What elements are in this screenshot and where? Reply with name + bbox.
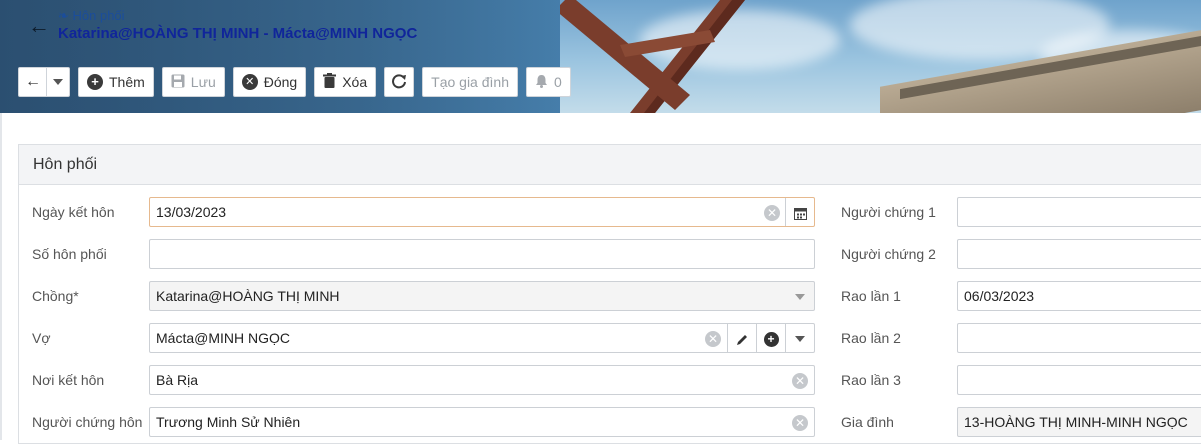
plus-circle-icon: + — [87, 74, 103, 90]
trash-icon — [323, 73, 337, 91]
banns1-label: Rao lần 1 — [841, 288, 901, 304]
place-label: Nơi kết hôn — [32, 372, 105, 388]
add-button[interactable]: + Thêm — [78, 67, 154, 97]
close-circle-icon: ✕ — [241, 74, 258, 90]
create-family-label: Tạo gia đình — [431, 74, 509, 90]
husband-label: Chồng* — [32, 288, 79, 304]
husband-field[interactable]: Katarina@HOÀNG THỊ MINH — [149, 281, 815, 311]
marriage-date-label: Ngày kết hôn — [32, 204, 115, 220]
family-value: 13-HOÀNG THỊ MINH-MINH NGỌC — [964, 414, 1188, 430]
refresh-button[interactable] — [384, 67, 415, 97]
clear-icon[interactable]: ✕ — [705, 331, 721, 347]
calendar-icon[interactable] — [785, 198, 814, 226]
witness1-label: Người chứng 1 — [841, 204, 936, 220]
back-split-button: ← — [18, 67, 70, 97]
wife-dropdown-icon[interactable] — [785, 324, 814, 352]
toolbar: ← + Thêm Lưu ✕ Đóng Xóa Tạo gia đình 0 — [18, 67, 571, 97]
wife-field[interactable]: Mácta@MINH NGỌC ✕ + — [149, 323, 815, 353]
close-button[interactable]: ✕ Đóng — [232, 67, 307, 97]
clear-icon[interactable]: ✕ — [792, 373, 808, 389]
family-label: Gia đình — [841, 414, 894, 430]
wife-label: Vợ — [32, 330, 51, 346]
notification-count: 0 — [553, 74, 562, 90]
banns2-field[interactable] — [957, 323, 1201, 353]
officiant-value: Trương Minh Sử Nhiên — [156, 414, 301, 430]
save-label: Lưu — [190, 74, 216, 90]
back-button[interactable]: ← — [18, 67, 46, 97]
back-arrow-icon[interactable]: ← — [26, 14, 52, 40]
officiant-field[interactable]: Trương Minh Sử Nhiên ✕ — [149, 407, 815, 437]
refresh-icon — [391, 73, 407, 92]
family-field[interactable]: 13-HOÀNG THỊ MINH-MINH NGỌC — [957, 407, 1201, 437]
create-family-button[interactable]: Tạo gia đình — [422, 67, 518, 97]
husband-dropdown-icon[interactable] — [785, 282, 814, 310]
marriage-date-value: 13/03/2023 — [156, 204, 227, 220]
marriage-date-field[interactable]: 13/03/2023 ✕ — [149, 197, 815, 227]
witness1-field[interactable] — [957, 197, 1201, 227]
left-divider — [0, 113, 2, 440]
cross-image — [560, 0, 745, 113]
close-label: Đóng — [263, 74, 298, 90]
page-title: Katarina@HOÀNG THỊ MINH - Mácta@MINH NGỌ… — [58, 25, 418, 42]
delete-button[interactable]: Xóa — [314, 67, 377, 97]
banns1-field[interactable]: 06/03/2023 — [957, 281, 1201, 311]
add-label: Thêm — [109, 74, 145, 90]
place-field[interactable]: Bà Rịa ✕ — [149, 365, 815, 395]
breadcrumb[interactable]: ❧ Hôn phối — [58, 8, 125, 24]
back-dropdown-button[interactable] — [46, 67, 70, 97]
banns3-field[interactable] — [957, 365, 1201, 395]
officiant-label: Người chứng hôn — [32, 414, 143, 430]
banns3-label: Rao lần 3 — [841, 372, 901, 388]
arrow-left-icon: ← — [25, 73, 41, 90]
header-banner: ← ❧ Hôn phối Katarina@HOÀNG THỊ MINH - M… — [0, 0, 1201, 113]
marriage-number-label: Số hôn phối — [32, 246, 107, 262]
banns2-label: Rao lần 2 — [841, 330, 901, 346]
edit-pencil-icon[interactable] — [727, 324, 756, 352]
husband-value: Katarina@HOÀNG THỊ MINH — [156, 288, 340, 304]
panel-title: Hôn phối — [19, 145, 1201, 185]
delete-label: Xóa — [342, 74, 368, 90]
wife-value: Mácta@MINH NGỌC — [156, 330, 290, 346]
clear-icon[interactable]: ✕ — [764, 205, 780, 221]
place-value: Bà Rịa — [156, 372, 199, 388]
add-wife-icon[interactable]: + — [756, 324, 785, 352]
clear-icon[interactable]: ✕ — [792, 415, 808, 431]
witness2-label: Người chứng 2 — [841, 246, 936, 262]
bell-icon — [535, 74, 548, 91]
notifications-button[interactable]: 0 — [525, 67, 571, 97]
banns1-value: 06/03/2023 — [964, 288, 1035, 304]
marriage-number-field[interactable] — [149, 239, 815, 269]
floppy-disk-icon — [171, 74, 185, 91]
save-button[interactable]: Lưu — [161, 67, 225, 97]
witness2-field[interactable] — [957, 239, 1201, 269]
chevron-down-icon — [53, 79, 63, 85]
